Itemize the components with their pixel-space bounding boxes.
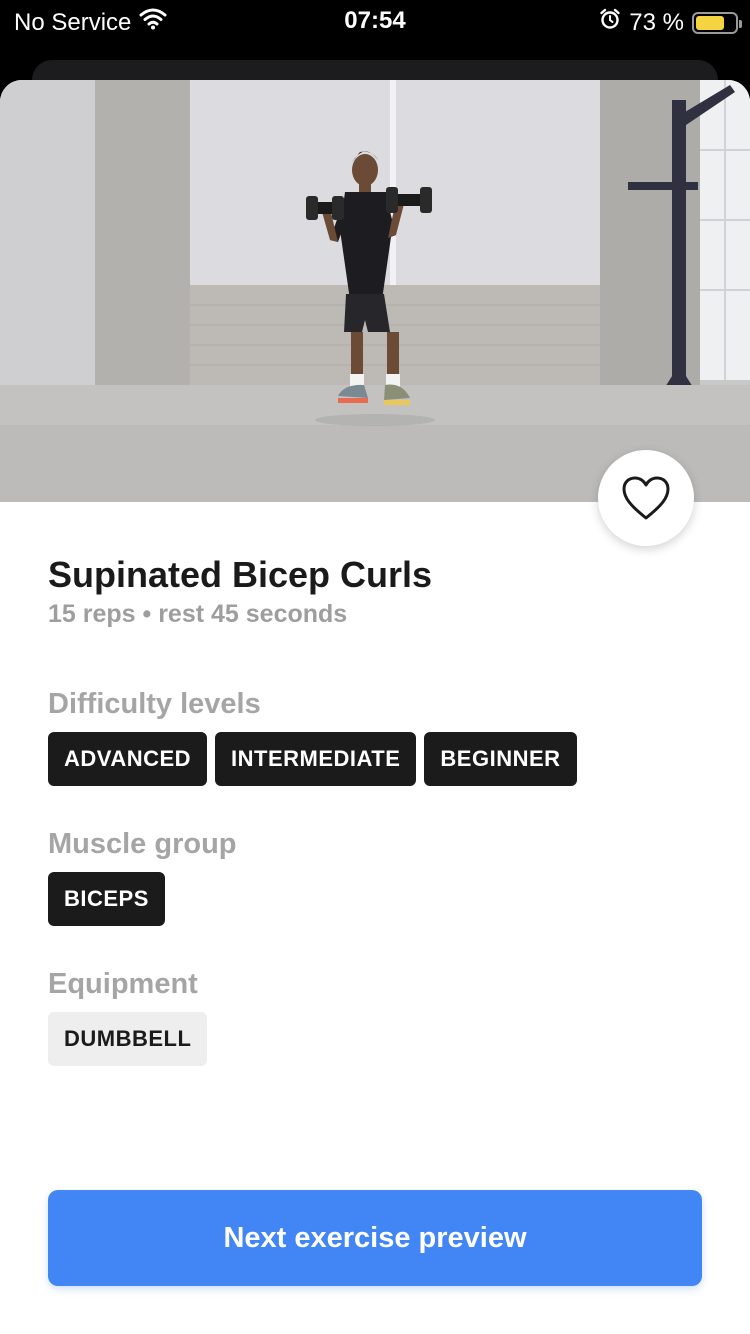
equipment-label: Equipment xyxy=(48,968,198,1000)
battery-percent: 73 % xyxy=(629,8,684,36)
exercise-title: Supinated Bicep Curls xyxy=(48,554,433,595)
exercise-video[interactable] xyxy=(0,80,750,502)
muscle-group-label: Muscle group xyxy=(48,828,237,860)
next-exercise-preview-button[interactable]: Next exercise preview xyxy=(48,1190,702,1286)
muscle-tags: BICEPS xyxy=(48,872,165,926)
difficulty-label: Difficulty levels xyxy=(48,688,261,720)
difficulty-tag: INTERMEDIATE xyxy=(215,732,417,786)
exercise-detail-sheet: Supinated Bicep Curls 15 reps • rest 45 … xyxy=(0,80,750,1334)
battery-level xyxy=(696,15,724,30)
status-right: 73 % xyxy=(599,8,742,37)
equipment-tag: DUMBBELL xyxy=(48,1012,208,1066)
battery-icon xyxy=(692,11,742,34)
alarm-icon xyxy=(599,8,621,37)
status-bar: No Service 07:54 73 % xyxy=(0,0,750,44)
favorite-button[interactable] xyxy=(598,450,694,546)
exercise-subtitle: 15 reps • rest 45 seconds xyxy=(48,600,348,628)
equipment-tags: DUMBBELL xyxy=(48,1012,208,1066)
muscle-tag: BICEPS xyxy=(48,872,165,926)
exercise-video-frame xyxy=(0,80,750,502)
difficulty-tag: ADVANCED xyxy=(48,732,208,786)
difficulty-tag: BEGINNER xyxy=(424,732,577,786)
heart-outline-icon xyxy=(622,476,670,520)
difficulty-tags: ADVANCED INTERMEDIATE BEGINNER xyxy=(48,732,577,786)
